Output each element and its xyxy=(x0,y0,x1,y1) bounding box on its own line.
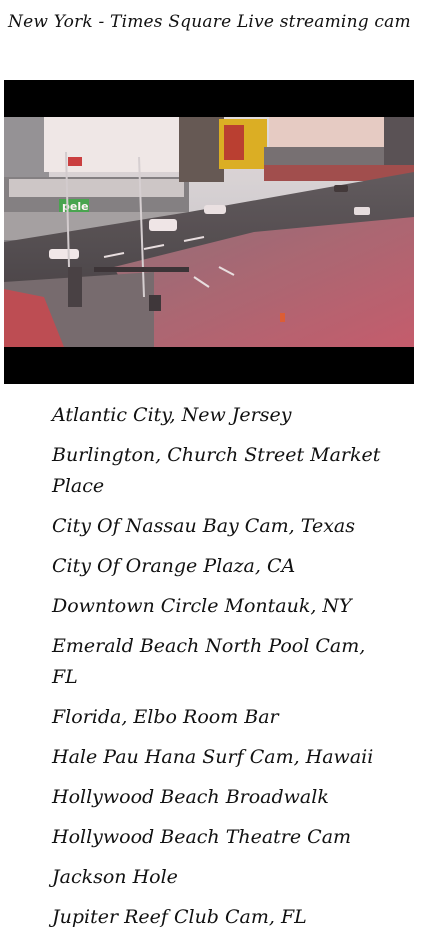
camera-link-elbo-room[interactable]: Florida, Elbo Room Bar xyxy=(52,702,397,733)
camera-link-atlantic-city[interactable]: Atlantic City, New Jersey xyxy=(52,400,397,431)
camera-link-jupiter-reef[interactable]: Jupiter Reef Club Cam, FL xyxy=(52,902,397,933)
camera-link-montauk[interactable]: Downtown Circle Montauk, NY xyxy=(52,591,397,622)
times-square-webcam-frame[interactable]: pele xyxy=(4,117,414,347)
video-haze xyxy=(4,117,414,347)
video-player[interactable]: pele xyxy=(4,80,414,384)
camera-link-nassau-bay[interactable]: City Of Nassau Bay Cam, Texas xyxy=(52,511,397,542)
camera-link-jackson-hole[interactable]: Jackson Hole xyxy=(52,862,397,893)
camera-link-emerald-beach[interactable]: Emerald Beach North Pool Cam, FL xyxy=(52,631,397,693)
camera-list: Atlantic City, New Jersey Burlington, Ch… xyxy=(52,400,397,942)
camera-link-burlington[interactable]: Burlington, Church Street Market Place xyxy=(52,440,397,502)
camera-link-hollywood-theatre[interactable]: Hollywood Beach Theatre Cam xyxy=(52,822,397,853)
camera-link-hale-pau-hana[interactable]: Hale Pau Hana Surf Cam, Hawaii xyxy=(52,742,397,773)
page-title: New York - Times Square Live streaming c… xyxy=(8,12,411,32)
camera-link-hollywood-broadwalk[interactable]: Hollywood Beach Broadwalk xyxy=(52,782,397,813)
camera-link-orange-plaza[interactable]: City Of Orange Plaza, CA xyxy=(52,551,397,582)
